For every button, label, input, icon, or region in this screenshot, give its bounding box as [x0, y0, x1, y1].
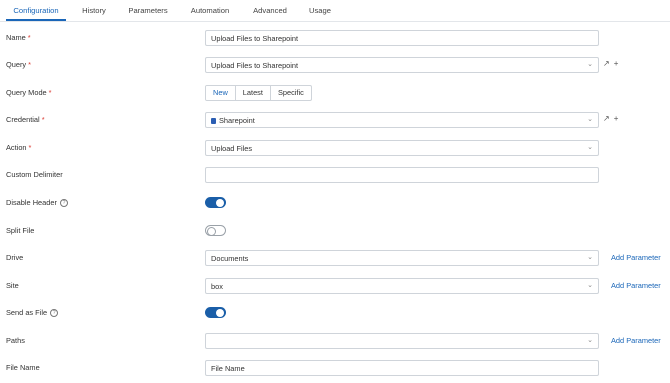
query-mode-new[interactable]: New — [205, 86, 236, 100]
disable-header-row: Disable Header? — [0, 192, 670, 212]
custom-delimiter-label: Custom Delimiter — [6, 170, 63, 179]
query-row: Query * Upload Files to Sharepoint ⌄ ↗ + — [0, 54, 670, 74]
query-mode-latest[interactable]: Latest — [234, 86, 270, 100]
action-label: Action * — [6, 143, 32, 152]
action-row: Action * Upload Files ⌄ — [0, 137, 670, 157]
site-row: Site box ⌄ Add Parameter — [0, 275, 670, 295]
chevron-down-icon: ⌄ — [587, 144, 593, 151]
chevron-down-icon: ⌄ — [587, 61, 593, 68]
help-icon[interactable]: ? — [50, 309, 59, 318]
disable-header-label: Disable Header? — [6, 198, 68, 208]
paths-add-parameter-link[interactable]: Add Parameter — [611, 336, 661, 345]
name-label: Name * — [6, 33, 31, 42]
query-actions: ↗ + — [603, 59, 622, 68]
credential-actions: ↗ + — [603, 114, 622, 123]
action-select[interactable]: Upload Files ⌄ — [205, 140, 599, 156]
query-label: Query * — [6, 60, 32, 69]
query-mode-row: Query Mode * New Latest Specific — [0, 82, 670, 102]
tab-configuration[interactable]: Configuration — [6, 6, 66, 21]
plus-icon[interactable]: + — [614, 114, 619, 123]
file-name-label: File Name — [6, 363, 40, 372]
name-row: Name * Upload Files to Sharepoint — [0, 27, 670, 47]
disable-header-toggle[interactable] — [205, 197, 226, 208]
file-name-input[interactable]: File Name — [205, 360, 599, 376]
query-mode-label: Query Mode * — [6, 88, 52, 97]
site-add-parameter-link[interactable]: Add Parameter — [611, 281, 661, 290]
credential-select[interactable]: Sharepoint ⌄ — [205, 112, 599, 128]
query-select[interactable]: Upload Files to Sharepoint ⌄ — [205, 57, 599, 73]
tab-automation[interactable]: Automation — [188, 6, 232, 21]
file-name-row: File Name File Name — [0, 357, 670, 377]
custom-delimiter-input[interactable] — [205, 167, 599, 183]
drive-select[interactable]: Documents ⌄ — [205, 250, 599, 266]
split-file-toggle[interactable] — [205, 225, 226, 236]
query-mode-segmented: New Latest Specific — [205, 85, 312, 101]
sharepoint-icon — [211, 118, 216, 125]
help-icon[interactable]: ? — [59, 199, 68, 208]
paths-select[interactable]: ⌄ — [205, 333, 599, 349]
chevron-down-icon: ⌄ — [587, 337, 593, 344]
split-file-row: Split File — [0, 220, 670, 240]
chevron-down-icon: ⌄ — [587, 282, 593, 289]
drive-add-parameter-link[interactable]: Add Parameter — [611, 253, 661, 262]
chevron-down-icon: ⌄ — [587, 254, 593, 261]
paths-row: Paths ⌄ Add Parameter — [0, 330, 670, 350]
drive-label: Drive — [6, 253, 24, 262]
name-input[interactable]: Upload Files to Sharepoint — [205, 30, 599, 46]
query-mode-specific[interactable]: Specific — [269, 86, 311, 100]
tab-parameters[interactable]: Parameters — [126, 6, 170, 21]
chevron-down-icon: ⌄ — [587, 116, 593, 123]
plus-icon[interactable]: + — [614, 59, 619, 68]
split-file-label: Split File — [6, 226, 35, 235]
tab-history[interactable]: History — [78, 6, 110, 21]
external-link-icon[interactable]: ↗ — [603, 59, 610, 68]
tab-advanced[interactable]: Advanced — [250, 6, 290, 21]
site-label: Site — [6, 281, 19, 290]
send-as-file-toggle[interactable] — [205, 307, 226, 318]
tab-bar: Configuration History Parameters Automat… — [0, 0, 670, 22]
custom-delimiter-row: Custom Delimiter — [0, 164, 670, 184]
drive-row: Drive Documents ⌄ Add Parameter — [0, 247, 670, 267]
credential-row: Credential * Sharepoint ⌄ ↗ + — [0, 109, 670, 129]
send-as-file-row: Send as File? — [0, 302, 670, 322]
external-link-icon[interactable]: ↗ — [603, 114, 610, 123]
tab-usage[interactable]: Usage — [306, 6, 334, 21]
site-select[interactable]: box ⌄ — [205, 278, 599, 294]
send-as-file-label: Send as File? — [6, 308, 59, 318]
paths-label: Paths — [6, 336, 25, 345]
credential-label: Credential * — [6, 115, 45, 124]
